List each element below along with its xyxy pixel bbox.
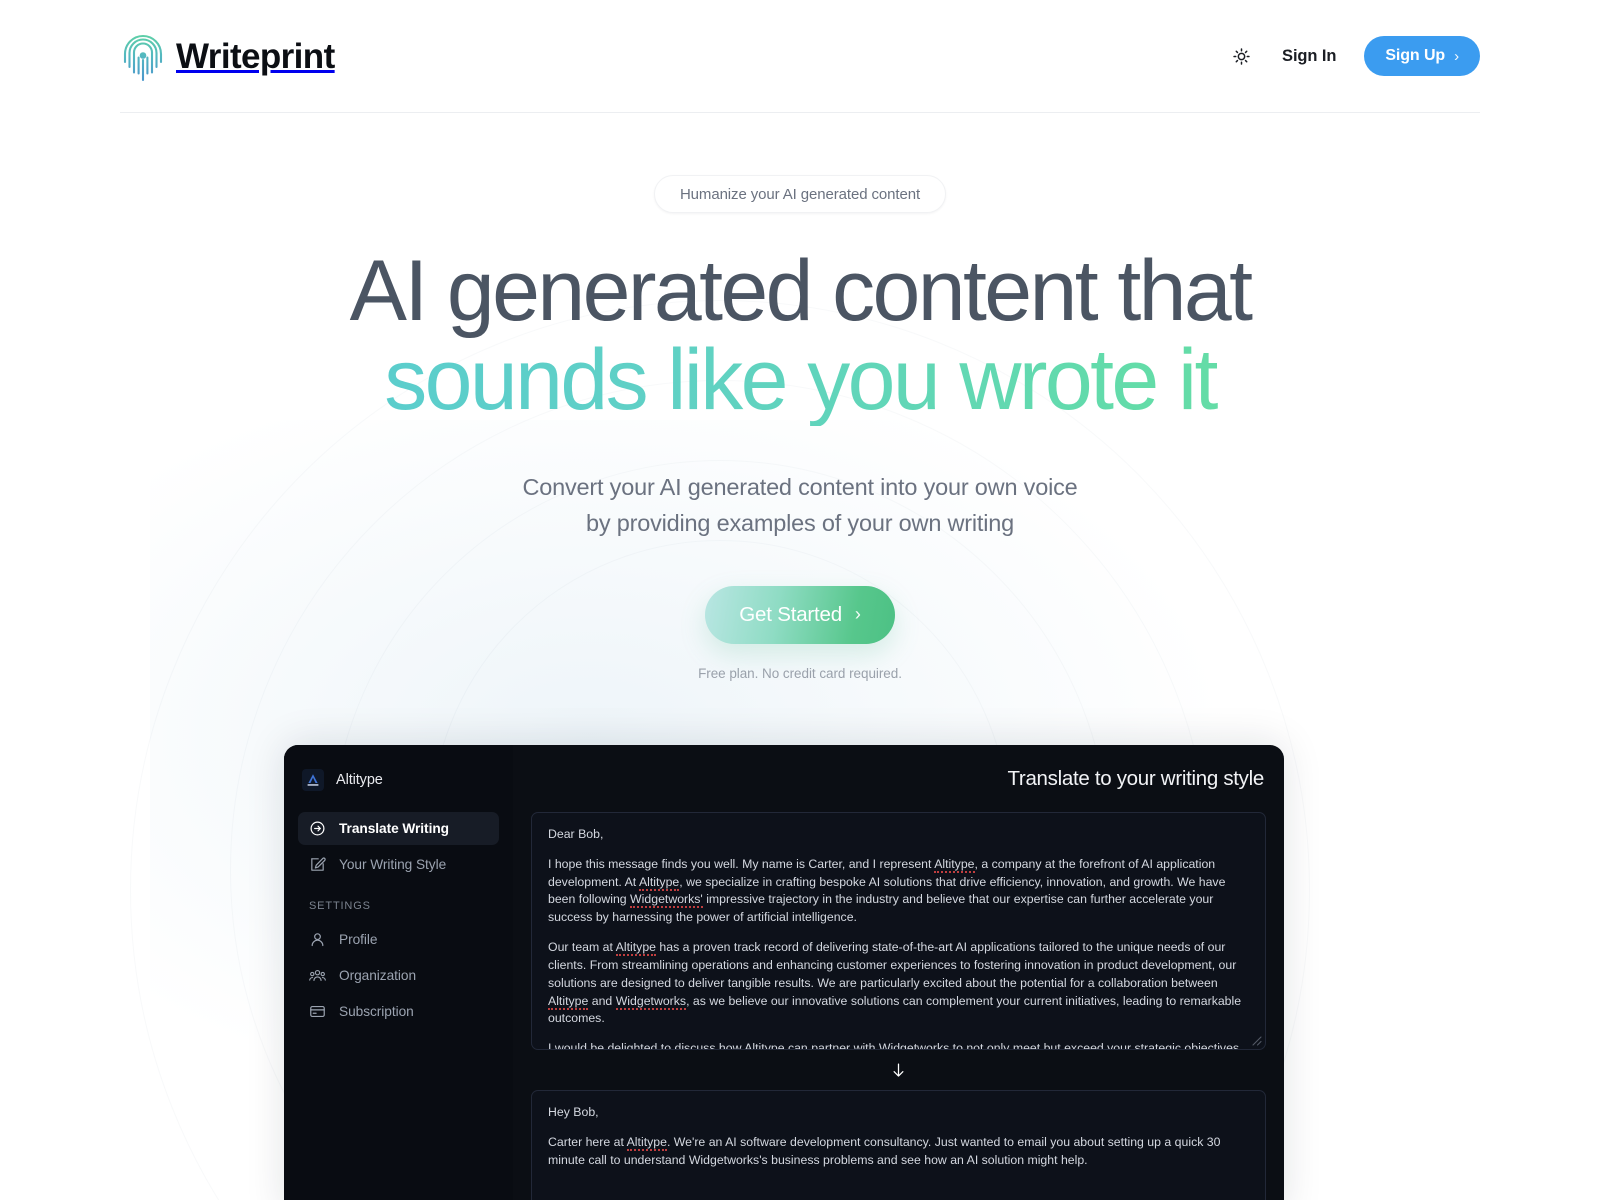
spellcheck-word: Altitype: [638, 874, 680, 891]
sidebar-item-profile[interactable]: Profile: [298, 923, 499, 956]
output-paragraph-1: Carter here at Altitype. We're an AI sof…: [548, 1134, 1249, 1170]
text-run: to not only meet but exceed your strateg…: [949, 1041, 1240, 1051]
get-started-label: Get Started: [739, 602, 842, 626]
fingerprint-logo-icon: [122, 30, 164, 82]
text-run: Our team at: [548, 940, 616, 955]
cta-container: Get Started › Free plan. No credit card …: [0, 585, 1600, 681]
sidebar-item-subscription[interactable]: Subscription: [298, 995, 499, 1028]
spellcheck-word: Altitype: [548, 993, 589, 1010]
spellcheck-word: Widgetworks: [878, 1041, 950, 1050]
sidebar-item-label: Subscription: [339, 1004, 414, 1019]
spellcheck-word: Widgetworks': [630, 892, 703, 909]
altitype-logo-icon: [302, 769, 324, 791]
spellcheck-word: Altitype: [744, 1041, 785, 1050]
get-started-button[interactable]: Get Started ›: [705, 585, 895, 644]
sidebar-item-your-writing-style[interactable]: Your Writing Style: [298, 848, 499, 881]
sign-up-label: Sign Up: [1385, 47, 1446, 64]
output-greeting: Hey Bob,: [548, 1105, 599, 1120]
hero-badge: Humanize your AI generated content: [653, 175, 947, 213]
input-greeting: Dear Bob,: [548, 827, 604, 841]
hero-subtitle-line-1: Convert your AI generated content into y…: [522, 473, 1078, 500]
sign-up-button[interactable]: Sign Up ›: [1364, 36, 1480, 76]
headline-line-2: sounds like you wrote it: [0, 335, 1600, 425]
sidebar-section-settings: SETTINGS: [309, 900, 371, 912]
spellcheck-word: Altitype: [626, 1134, 667, 1151]
arrow-right-circle-icon: [309, 820, 326, 837]
users-group-icon: [309, 967, 326, 984]
brand-name: Writeprint: [176, 36, 335, 76]
header-nav: Sign In Sign Up ›: [1228, 36, 1480, 76]
app-panel-title: Translate to your writing style: [1007, 767, 1264, 790]
text-run: can partner with: [784, 1041, 879, 1051]
spellcheck-word: Widgetworks: [615, 993, 687, 1010]
hero-section: Humanize your AI generated content AI ge…: [0, 112, 1600, 681]
sidebar-item-organization[interactable]: Organization: [298, 959, 499, 992]
chevron-right-icon: ›: [854, 604, 861, 625]
spellcheck-word: Altitype: [615, 940, 656, 957]
input-paragraph-1: I hope this message finds you well. My n…: [548, 856, 1249, 927]
hero-subtitle-line-2: by providing examples of your own writin…: [585, 509, 1015, 536]
sidebar-item-label: Organization: [339, 968, 417, 983]
chevron-right-icon: ›: [1454, 47, 1459, 65]
source-text-textarea[interactable]: Dear Bob, I hope this message finds you …: [531, 812, 1266, 1051]
headline-line-1: AI generated content that: [349, 243, 1253, 339]
spellcheck-word: Altitype: [934, 856, 975, 873]
brand-logo-link[interactable]: Writeprint: [122, 30, 335, 82]
user-icon: [309, 931, 326, 948]
pencil-square-icon: [309, 856, 326, 873]
org-switcher[interactable]: Altitype: [298, 761, 499, 791]
hero-subtitle: Convert your AI generated content into y…: [0, 470, 1600, 542]
translated-text-panel[interactable]: Hey Bob, Carter here at Altitype. We're …: [531, 1090, 1266, 1200]
app-sidebar: Altitype Translate Writing Your Writing …: [284, 745, 513, 1200]
sidebar-item-label: Translate Writing: [339, 821, 449, 836]
input-paragraph-2: Our team at Altitype has a proven track …: [548, 939, 1249, 1028]
text-run: Carter here at: [548, 1134, 627, 1149]
app-preview-card: Altitype Translate Writing Your Writing …: [284, 745, 1284, 1200]
sign-in-link[interactable]: Sign In: [1282, 47, 1336, 66]
sidebar-item-label: Profile: [339, 932, 378, 947]
sun-icon[interactable]: [1228, 43, 1254, 69]
header-divider: [120, 112, 1480, 113]
input-paragraph-3: I would be delighted to discuss how Alti…: [548, 1040, 1249, 1050]
page-title: AI generated content that sounds like yo…: [0, 246, 1600, 426]
text-run: and: [588, 993, 616, 1008]
page-header: Writeprint Sign In Sign Up ›: [0, 0, 1600, 112]
textarea-resize-handle[interactable]: [1249, 1033, 1262, 1046]
credit-card-icon: [309, 1003, 326, 1020]
sidebar-item-label: Your Writing Style: [339, 857, 447, 872]
cta-note: Free plan. No credit card required.: [698, 665, 902, 681]
app-main: Translate to your writing style Dear Bob…: [513, 745, 1284, 1200]
text-run: I would be delighted to discuss how: [548, 1041, 745, 1051]
text-run: I hope this message finds you well. My n…: [548, 856, 935, 871]
org-name: Altitype: [336, 772, 383, 788]
arrow-down-icon: [531, 1050, 1266, 1090]
sidebar-item-translate-writing[interactable]: Translate Writing: [298, 812, 499, 845]
